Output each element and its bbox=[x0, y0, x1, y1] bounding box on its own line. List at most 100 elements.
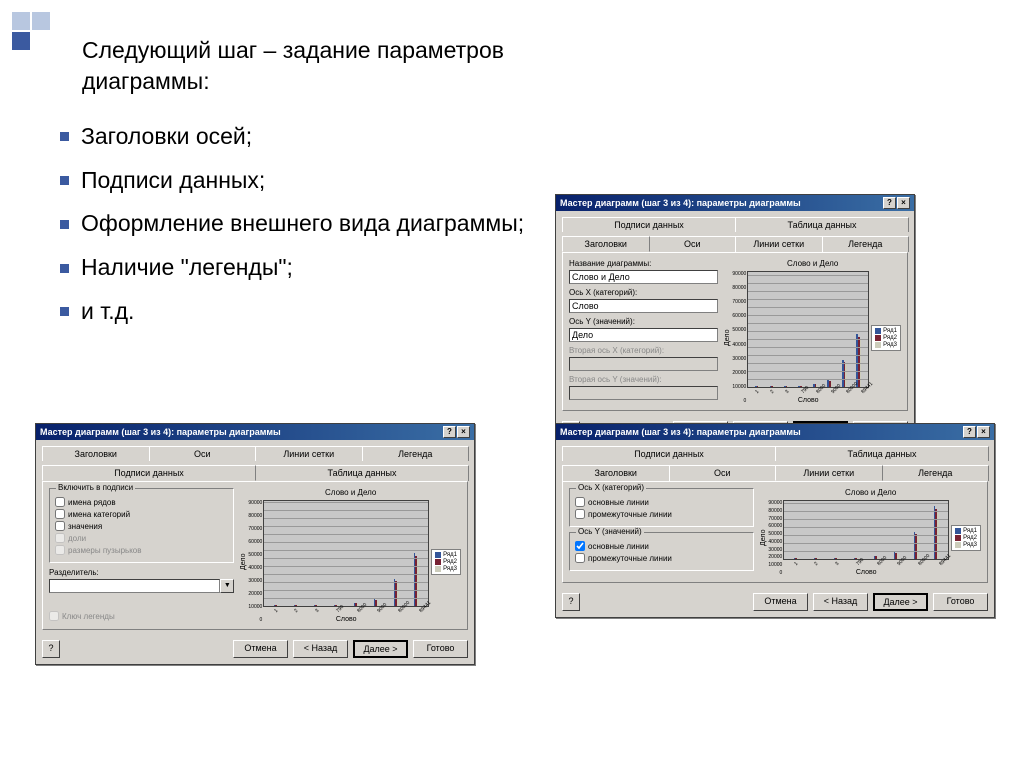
next-button[interactable]: Далее > bbox=[353, 640, 408, 658]
check-y-minor[interactable]: промежуточные линии bbox=[575, 553, 748, 563]
list-item: Заголовки осей; bbox=[60, 115, 530, 159]
check-x-minor[interactable]: промежуточные линии bbox=[575, 509, 748, 519]
slide-heading: Следующий шаг – задание параметров диагр… bbox=[82, 35, 530, 97]
chart-preview: Слово и Дело Дело 9000080000700006000050… bbox=[724, 259, 901, 404]
preview-y-label: Дело bbox=[240, 500, 247, 623]
dialog-title: Мастер диаграмм (шаг 3 из 4): параметры … bbox=[560, 427, 801, 437]
preview-x-ticks: 123790800090008000089441 bbox=[783, 560, 949, 566]
check-series-names[interactable]: имена рядов bbox=[55, 497, 228, 507]
preview-chart-title: Слово и Дело bbox=[724, 259, 901, 268]
dialog-titlebar[interactable]: Мастер диаграмм (шаг 3 из 4): параметры … bbox=[556, 424, 994, 440]
preview-x-label: Слово bbox=[783, 569, 949, 576]
tab-gridlines[interactable]: Линии сетки bbox=[255, 446, 363, 461]
preview-legend: Ряд1Ряд2Ряд3 bbox=[951, 525, 981, 551]
preview-y-ticks: 9000080000700006000050000400003000020000… bbox=[768, 500, 783, 576]
separator-combo[interactable]: ▼ bbox=[49, 579, 234, 593]
chart-preview: Слово и Дело Дело 9000080000700006000050… bbox=[760, 488, 981, 576]
help-button[interactable]: ? bbox=[443, 426, 456, 438]
x2-axis-input bbox=[569, 357, 718, 371]
tab-legend[interactable]: Легенда bbox=[882, 465, 990, 481]
ready-button[interactable]: Готово bbox=[933, 593, 988, 611]
preview-x-label: Слово bbox=[263, 616, 429, 623]
tab-axes[interactable]: Оси bbox=[669, 465, 777, 481]
chart-wizard-dialog-data-labels: Мастер диаграмм (шаг 3 из 4): параметры … bbox=[35, 423, 475, 665]
preview-legend: Ряд1Ряд2Ряд3 bbox=[871, 325, 901, 351]
tab-titles[interactable]: Заголовки bbox=[562, 465, 670, 481]
preview-chart-title: Слово и Дело bbox=[240, 488, 461, 497]
tab-legend[interactable]: Легенда bbox=[362, 446, 470, 461]
slide-text-block: Следующий шаг – задание параметров диагр… bbox=[60, 35, 530, 334]
preview-x-label: Слово bbox=[747, 397, 869, 404]
x-axis-input[interactable] bbox=[569, 299, 718, 313]
back-button[interactable]: < Назад bbox=[293, 640, 348, 658]
check-legend-key: Ключ легенды bbox=[49, 611, 234, 621]
close-button[interactable]: × bbox=[457, 426, 470, 438]
preview-plot bbox=[783, 500, 949, 560]
preview-y-ticks: 9000080000700006000050000400003000020000… bbox=[248, 500, 263, 623]
dialog-help-icon[interactable]: ? bbox=[42, 640, 60, 658]
back-button[interactable]: < Назад bbox=[813, 593, 868, 611]
x-axis-label: Ось X (категорий): bbox=[569, 288, 718, 297]
ready-button[interactable]: Готово bbox=[413, 640, 468, 658]
group-y-axis: Ось Y (значений) bbox=[576, 527, 644, 536]
tab-axes[interactable]: Оси bbox=[149, 446, 257, 461]
close-button[interactable]: × bbox=[897, 197, 910, 209]
tab-titles[interactable]: Заголовки bbox=[562, 236, 650, 252]
list-item: Оформление внешнего вида диаграммы; bbox=[60, 202, 530, 246]
slide-decoration bbox=[12, 12, 50, 50]
y-axis-input[interactable] bbox=[569, 328, 718, 342]
help-button[interactable]: ? bbox=[883, 197, 896, 209]
tab-gridlines[interactable]: Линии сетки bbox=[735, 236, 823, 252]
chart-title-label: Название диаграммы: bbox=[569, 259, 718, 268]
chevron-down-icon[interactable]: ▼ bbox=[220, 579, 234, 593]
list-item: Подписи данных; bbox=[60, 159, 530, 203]
y2-axis-label: Вторая ось Y (значений): bbox=[569, 375, 718, 384]
x2-axis-label: Вторая ось X (категорий): bbox=[569, 346, 718, 355]
check-percentages: доли bbox=[55, 533, 228, 543]
check-category-names[interactable]: имена категорий bbox=[55, 509, 228, 519]
dialog-help-icon[interactable]: ? bbox=[562, 593, 580, 611]
chart-wizard-dialog-titles: Мастер диаграмм (шаг 3 из 4): параметры … bbox=[555, 194, 915, 446]
check-bubble-sizes: размеры пузырьков bbox=[55, 545, 228, 555]
preview-chart-title: Слово и Дело bbox=[760, 488, 981, 497]
preview-x-ticks: 123790800090008000089441 bbox=[747, 388, 869, 394]
preview-y-label: Дело bbox=[760, 500, 767, 576]
dialog-titlebar[interactable]: Мастер диаграмм (шаг 3 из 4): параметры … bbox=[36, 424, 474, 440]
preview-plot bbox=[747, 271, 869, 388]
dialog-title: Мастер диаграмм (шаг 3 из 4): параметры … bbox=[560, 198, 801, 208]
tab-data-table[interactable]: Таблица данных bbox=[775, 446, 989, 461]
next-button[interactable]: Далее > bbox=[873, 593, 928, 611]
cancel-button[interactable]: Отмена bbox=[753, 593, 808, 611]
tab-legend[interactable]: Легенда bbox=[822, 236, 910, 252]
check-values[interactable]: значения bbox=[55, 521, 228, 531]
tab-data-labels[interactable]: Подписи данных bbox=[562, 446, 776, 461]
group-x-axis: Ось X (категорий) bbox=[576, 483, 646, 492]
dialog-title: Мастер диаграмм (шаг 3 из 4): параметры … bbox=[40, 427, 281, 437]
y-axis-label: Ось Y (значений): bbox=[569, 317, 718, 326]
tab-data-labels[interactable]: Подписи данных bbox=[42, 465, 256, 481]
tab-titles[interactable]: Заголовки bbox=[42, 446, 150, 461]
slide-list: Заголовки осей; Подписи данных; Оформлен… bbox=[60, 115, 530, 333]
check-y-major[interactable]: основные линии bbox=[575, 541, 748, 551]
group-include-labels: Включить в подписи bbox=[56, 483, 135, 492]
tab-axes[interactable]: Оси bbox=[649, 236, 737, 252]
list-item: и т.д. bbox=[60, 290, 530, 334]
preview-legend: Ряд1Ряд2Ряд3 bbox=[431, 549, 461, 575]
tab-gridlines[interactable]: Линии сетки bbox=[775, 465, 883, 481]
tab-data-table[interactable]: Таблица данных bbox=[735, 217, 909, 232]
chart-wizard-dialog-gridlines: Мастер диаграмм (шаг 3 из 4): параметры … bbox=[555, 423, 995, 618]
tab-data-table[interactable]: Таблица данных bbox=[255, 465, 469, 481]
cancel-button[interactable]: Отмена bbox=[233, 640, 288, 658]
check-x-major[interactable]: основные линии bbox=[575, 497, 748, 507]
list-item: Наличие "легенды"; bbox=[60, 246, 530, 290]
help-button[interactable]: ? bbox=[963, 426, 976, 438]
y2-axis-input bbox=[569, 386, 718, 400]
close-button[interactable]: × bbox=[977, 426, 990, 438]
chart-title-input[interactable] bbox=[569, 270, 718, 284]
preview-y-ticks: 9000080000700006000050000400003000020000… bbox=[732, 271, 747, 404]
dialog-titlebar[interactable]: Мастер диаграмм (шаг 3 из 4): параметры … bbox=[556, 195, 914, 211]
preview-x-ticks: 123790800090008000089441 bbox=[263, 607, 429, 613]
chart-preview: Слово и Дело Дело 9000080000700006000050… bbox=[240, 488, 461, 623]
tab-data-labels[interactable]: Подписи данных bbox=[562, 217, 736, 232]
preview-y-label: Дело bbox=[724, 271, 731, 404]
